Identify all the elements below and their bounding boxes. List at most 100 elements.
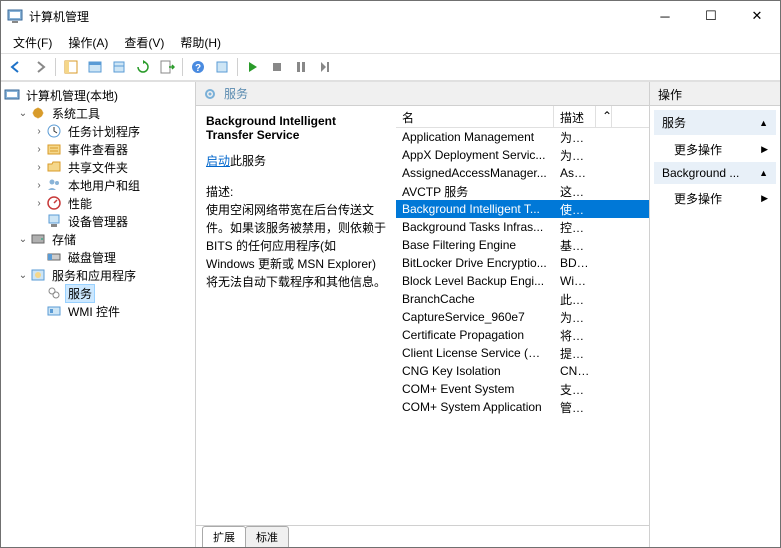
- list-body[interactable]: Application Management为通...AppX Deployme…: [396, 128, 649, 525]
- service-name: Background Intelligent T...: [396, 201, 554, 217]
- stop-service-button[interactable]: [290, 56, 312, 78]
- service-desc: Win...: [554, 273, 596, 289]
- action-more-label: 更多操作: [674, 141, 722, 158]
- service-name: Certificate Propagation: [396, 327, 554, 343]
- collapse-icon: ▲: [759, 168, 768, 178]
- help-button[interactable]: ?: [187, 56, 209, 78]
- service-row[interactable]: Certificate Propagation将用...: [396, 326, 649, 344]
- service-row[interactable]: Base Filtering Engine基本...: [396, 236, 649, 254]
- column-name[interactable]: 名: [396, 106, 554, 127]
- tree-wmi[interactable]: WMI 控件: [3, 302, 193, 320]
- start-suffix: 此服务: [230, 154, 266, 168]
- service-row[interactable]: AppX Deployment Servic...为部...: [396, 146, 649, 164]
- action-more-1[interactable]: 更多操作 ▶: [654, 137, 776, 162]
- column-desc[interactable]: 描述: [554, 106, 596, 127]
- service-name: BitLocker Drive Encryptio...: [396, 255, 554, 271]
- svg-text:?: ?: [195, 63, 201, 74]
- arrow-right-icon: ▶: [761, 193, 768, 204]
- action-more-2[interactable]: 更多操作 ▶: [654, 186, 776, 211]
- service-name-title: Background Intelligent Transfer Service: [206, 114, 386, 142]
- service-desc: CNG...: [554, 363, 596, 379]
- titlebar: 计算机管理 ─ ☐ ✕: [1, 1, 780, 31]
- tree-performance[interactable]: ›性能: [3, 194, 193, 212]
- menu-view[interactable]: 查看(V): [116, 32, 172, 53]
- tree-devicemanager[interactable]: 设备管理器: [3, 212, 193, 230]
- tab-extended[interactable]: 扩展: [202, 526, 246, 547]
- service-name: Client License Service (Cli...: [396, 345, 554, 361]
- description-label: 描述:: [206, 183, 386, 201]
- properties-button[interactable]: [84, 56, 106, 78]
- menu-file[interactable]: 文件(F): [5, 32, 60, 53]
- maximize-button[interactable]: ☐: [688, 1, 734, 31]
- service-name: Background Tasks Infras...: [396, 219, 554, 235]
- service-name: Application Management: [396, 129, 554, 145]
- service-name: CNG Key Isolation: [396, 363, 554, 379]
- service-desc: 支持...: [554, 380, 596, 399]
- menubar: 文件(F) 操作(A) 查看(V) 帮助(H): [1, 31, 780, 53]
- services-title: 服务: [224, 85, 248, 102]
- service-desc: 此服...: [554, 290, 596, 309]
- column-extra[interactable]: ⌃: [596, 106, 612, 127]
- nav-tree[interactable]: 计算机管理(本地) ⌄系统工具 ›任务计划程序 ›事件查看器 ›共享文件夹 ›本…: [1, 82, 196, 547]
- service-desc: 使用...: [554, 200, 596, 219]
- action-more-label: 更多操作: [674, 190, 722, 207]
- collapse-icon: ▲: [759, 118, 768, 128]
- tree-sharedfolders[interactable]: ›共享文件夹: [3, 158, 193, 176]
- toolbar-icon-2[interactable]: [211, 56, 233, 78]
- service-row[interactable]: AVCTP 服务这是...: [396, 182, 649, 200]
- service-desc: Assi...: [554, 165, 596, 181]
- service-row[interactable]: Block Level Backup Engi...Win...: [396, 272, 649, 290]
- refresh-button[interactable]: [132, 56, 154, 78]
- tree-taskscheduler[interactable]: ›任务计划程序: [3, 122, 193, 140]
- service-row[interactable]: Background Intelligent T...使用...: [396, 200, 649, 218]
- restart-service-button[interactable]: [314, 56, 336, 78]
- action-group-selected[interactable]: Background ... ▲: [654, 162, 776, 184]
- export-button[interactable]: [108, 56, 130, 78]
- tree-services[interactable]: 服务: [3, 284, 193, 302]
- center-pane: 服务 Background Intelligent Transfer Servi…: [196, 82, 650, 547]
- action-group-services[interactable]: 服务 ▲: [654, 110, 776, 135]
- pause-service-button[interactable]: [266, 56, 288, 78]
- menu-help[interactable]: 帮助(H): [172, 32, 229, 53]
- service-row[interactable]: Client License Service (Cli...提供...: [396, 344, 649, 362]
- close-button[interactable]: ✕: [734, 1, 780, 31]
- window: 计算机管理 ─ ☐ ✕ 文件(F) 操作(A) 查看(V) 帮助(H) ? 计算…: [0, 0, 781, 548]
- app-icon: [7, 8, 23, 24]
- service-desc: 这是...: [554, 182, 596, 201]
- service-row[interactable]: Application Management为通...: [396, 128, 649, 146]
- tab-standard[interactable]: 标准: [245, 526, 289, 547]
- tree-storage[interactable]: ⌄存储: [3, 230, 193, 248]
- service-desc: 提供...: [554, 344, 596, 363]
- service-row[interactable]: AssignedAccessManager...Assi...: [396, 164, 649, 182]
- menu-action[interactable]: 操作(A): [60, 32, 116, 53]
- service-desc: 为调...: [554, 308, 596, 327]
- action-group-selected-label: Background ...: [662, 166, 739, 180]
- service-row[interactable]: CaptureService_960e7为调...: [396, 308, 649, 326]
- start-service-link[interactable]: 启动: [206, 154, 230, 168]
- service-name: AssignedAccessManager...: [396, 165, 554, 181]
- forward-button[interactable]: [29, 56, 51, 78]
- service-row[interactable]: Background Tasks Infras...控制...: [396, 218, 649, 236]
- service-name: COM+ Event System: [396, 381, 554, 397]
- minimize-button[interactable]: ─: [642, 1, 688, 31]
- service-name: AppX Deployment Servic...: [396, 147, 554, 163]
- tree-localusers[interactable]: ›本地用户和组: [3, 176, 193, 194]
- service-row[interactable]: CNG Key IsolationCNG...: [396, 362, 649, 380]
- service-row[interactable]: COM+ Event System支持...: [396, 380, 649, 398]
- start-service-button[interactable]: [242, 56, 264, 78]
- show-hide-tree-button[interactable]: [60, 56, 82, 78]
- tree-eventviewer[interactable]: ›事件查看器: [3, 140, 193, 158]
- tree-diskmgmt[interactable]: 磁盘管理: [3, 248, 193, 266]
- tree-systools[interactable]: ⌄系统工具: [3, 104, 193, 122]
- tree-root[interactable]: 计算机管理(本地): [3, 86, 193, 104]
- service-desc: 为部...: [554, 146, 596, 165]
- service-row[interactable]: COM+ System Application管理...: [396, 398, 649, 416]
- services-header: 服务: [196, 82, 649, 106]
- back-button[interactable]: [5, 56, 27, 78]
- service-row[interactable]: BitLocker Drive Encryptio...BDE...: [396, 254, 649, 272]
- export-list-button[interactable]: [156, 56, 178, 78]
- tree-servicesapps[interactable]: ⌄服务和应用程序: [3, 266, 193, 284]
- service-row[interactable]: BranchCache此服...: [396, 290, 649, 308]
- window-title: 计算机管理: [29, 8, 642, 25]
- service-name: COM+ System Application: [396, 399, 554, 415]
